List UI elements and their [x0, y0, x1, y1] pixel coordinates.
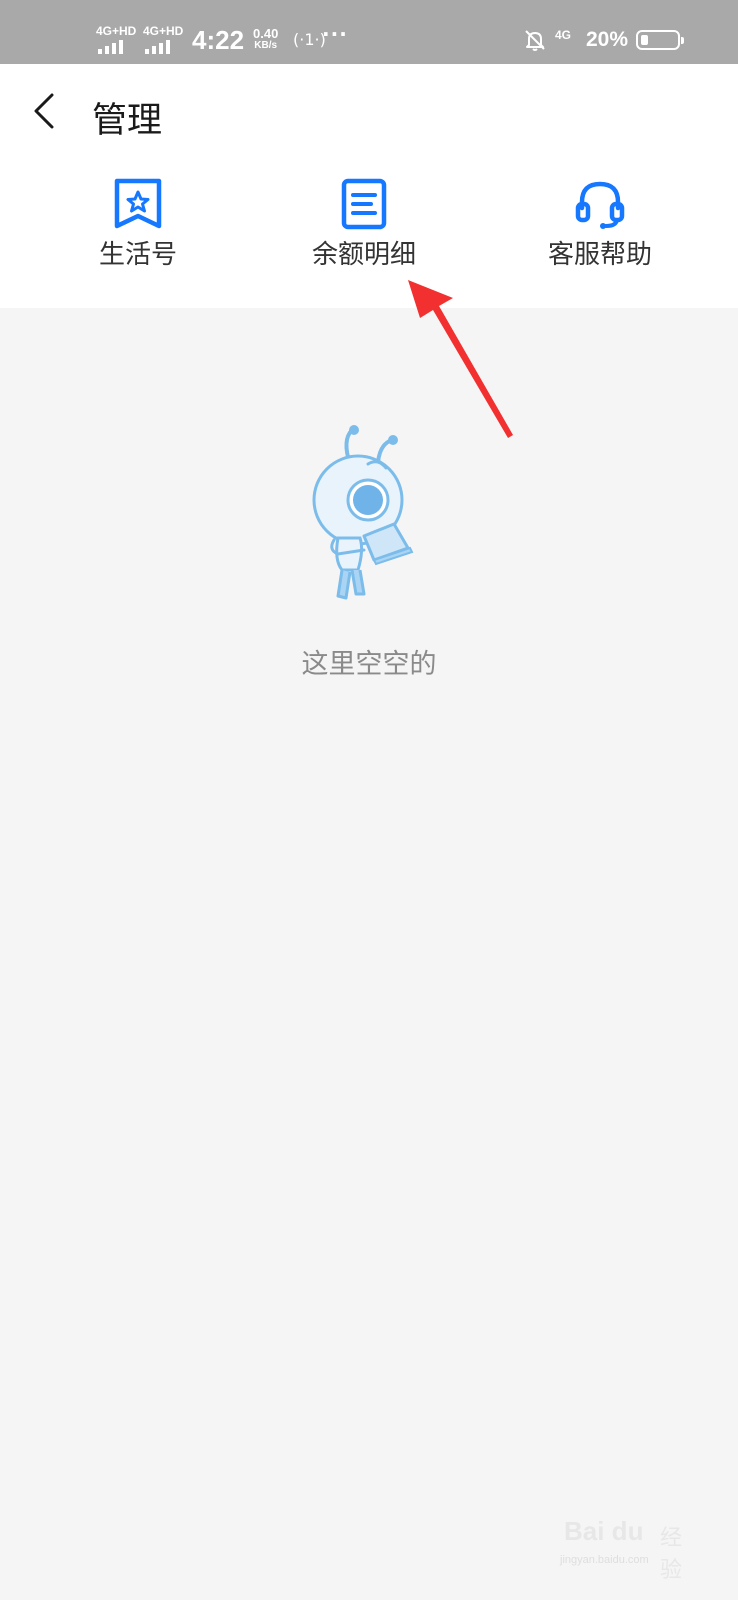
- hotspot-icon: (·1·): [293, 30, 326, 49]
- baidu-watermark: Bai du 经验 jingyan.baidu.com: [560, 1512, 700, 1583]
- silent-bell-icon: [525, 30, 545, 51]
- empty-state-text: 这里空空的: [301, 649, 437, 680]
- watermark-logo: Bai du: [564, 1516, 644, 1546]
- chevron-left-icon[interactable]: [30, 91, 62, 131]
- network-label: 4G: [555, 28, 572, 42]
- page-header: 管理 生活号 余额明细 客服帮助: [0, 64, 738, 308]
- menu-item-life-account[interactable]: 生活号: [38, 176, 238, 271]
- headset-icon: [575, 181, 625, 229]
- more-notifications-icon: ···: [322, 22, 348, 46]
- network-type: 4G: [555, 28, 571, 42]
- signal-icon: [98, 40, 130, 54]
- battery-icon: [636, 30, 684, 50]
- star-bookmark-icon: [114, 178, 162, 229]
- menu-item-customer-service[interactable]: 客服帮助: [500, 176, 700, 271]
- sim1-label: 4G+HD: [96, 24, 137, 38]
- menu-item-label: 客服帮助: [547, 240, 652, 270]
- signal-icon: [145, 40, 177, 54]
- battery-fill: [641, 35, 648, 45]
- watermark-logo-suffix: 经验: [660, 1526, 683, 1583]
- clock: 4:22: [192, 25, 245, 55]
- battery-percent: 20%: [586, 28, 629, 51]
- menu-item-label: 余额明细: [311, 240, 416, 270]
- status-bar: 4G+HD 4G+HD 4:22 0.40 KB/s (·1·) ··· 4G …: [0, 0, 738, 64]
- sim2-label: 4G+HD: [143, 24, 184, 38]
- watermark-url: jingyan.baidu.com: [560, 1554, 649, 1566]
- document-list-icon: [341, 178, 387, 230]
- menu-item-balance-details[interactable]: 余额明细: [264, 176, 464, 271]
- speed-value: 0.40: [253, 26, 279, 41]
- page-title: 管理: [92, 101, 163, 141]
- menu-item-label: 生活号: [98, 240, 177, 270]
- network-speed: 0.40 KB/s: [253, 26, 279, 52]
- speed-unit: KB/s: [254, 40, 278, 51]
- ant-mascot-icon: [312, 425, 414, 600]
